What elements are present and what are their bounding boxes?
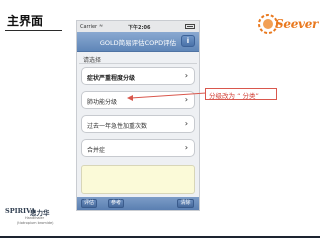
phone-screen: Carrier ≈ 下午2:06 GOLD简易评估COPD评估 i 请选择 症状… bbox=[76, 20, 200, 211]
annotation-text: 分级改为 “ 分类” bbox=[209, 92, 259, 100]
clear-button[interactable]: 清除 bbox=[177, 199, 194, 208]
logo-text: Seever bbox=[275, 17, 319, 31]
option-comorbidity[interactable]: 合并症 › bbox=[81, 139, 195, 157]
info-button[interactable]: i bbox=[181, 35, 195, 47]
title-underline bbox=[5, 30, 62, 31]
spiriva-subtitle: Handihaler bbox=[25, 216, 45, 220]
wifi-icon: ≈ bbox=[99, 23, 104, 29]
status-time: 下午2:06 bbox=[128, 25, 151, 31]
battery-icon bbox=[185, 24, 195, 29]
nav-bar: GOLD简易评估COPD评估 i bbox=[77, 32, 199, 52]
option-label: 过去一年急性加重次数 bbox=[87, 123, 148, 130]
option-symptom-severity[interactable]: 症状严重程度分级 › bbox=[81, 67, 195, 85]
option-label: 合并症 bbox=[87, 147, 106, 154]
result-note-area[interactable] bbox=[81, 165, 195, 194]
chevron-right-icon: › bbox=[184, 71, 188, 80]
option-label: 肺功能分级 bbox=[87, 99, 118, 106]
annotation-arrow-icon bbox=[127, 92, 207, 101]
footer-rule bbox=[0, 236, 320, 238]
status-bar: Carrier ≈ 下午2:06 bbox=[77, 21, 199, 32]
spiriva-ingredient: (tiotropium bromide) bbox=[17, 221, 54, 225]
option-exacerbations[interactable]: 过去一年急性加重次数 › bbox=[81, 115, 195, 133]
reference-button[interactable]: 参考 bbox=[108, 199, 124, 208]
brand-logo: Seever bbox=[257, 11, 319, 37]
status-carrier: Carrier bbox=[80, 24, 98, 30]
bottom-toolbar: 评估 参考 清除 bbox=[77, 197, 199, 210]
evaluate-button[interactable]: 评估 bbox=[81, 199, 97, 208]
slide-title: 主界面 bbox=[7, 14, 44, 28]
option-label: 症状严重程度分级 bbox=[87, 75, 136, 82]
chevron-right-icon: › bbox=[184, 119, 188, 128]
spiriva-logo: SPIRIVA 思力华 Handihaler (tiotropium bromi… bbox=[5, 203, 75, 233]
annotation-box: 分级改为 “ 分类” bbox=[205, 88, 277, 100]
chevron-right-icon: › bbox=[184, 143, 188, 152]
prompt-divider bbox=[79, 63, 197, 64]
